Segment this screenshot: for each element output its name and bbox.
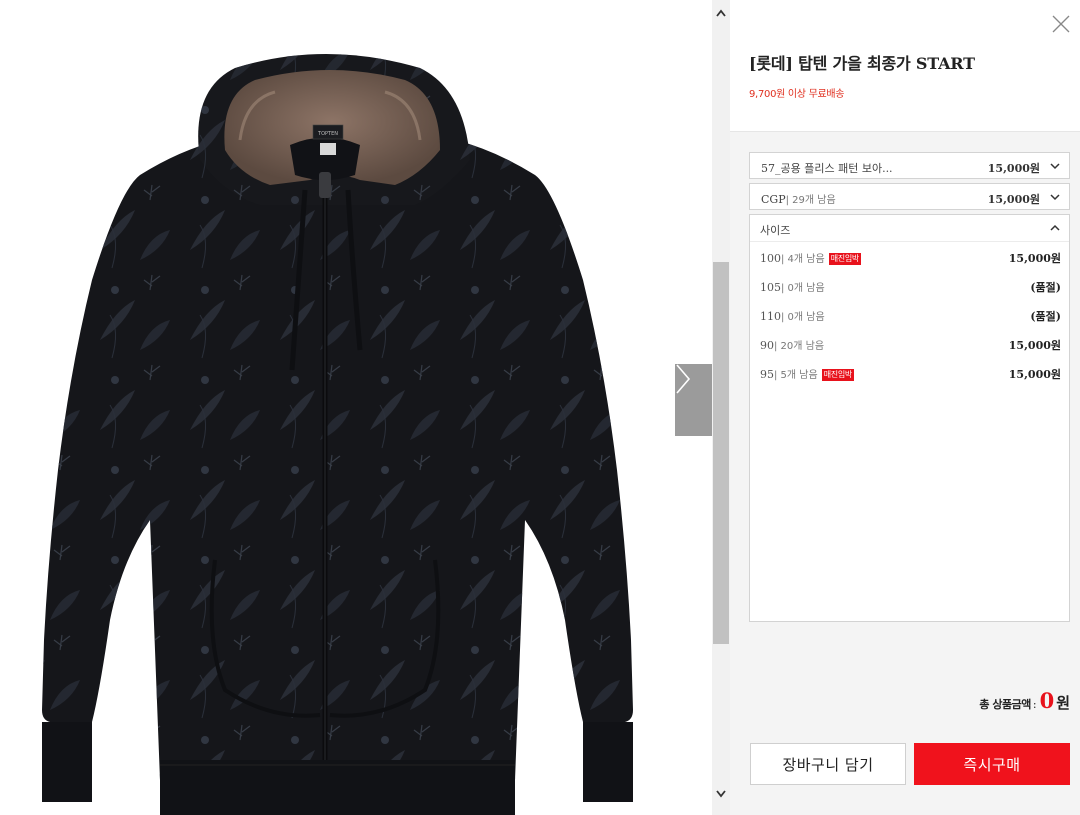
size-option-price: 15,000원 — [1008, 252, 1061, 265]
size-value: 105 — [760, 281, 781, 294]
close-button[interactable] — [1050, 13, 1072, 35]
option-name: 57_공용 플리스 패턴 보아... — [761, 162, 893, 175]
option-stock: | 29개 남음 — [785, 195, 836, 206]
panel-header: [롯데] 탑텐 가을 최종가 START 9,700원 이상 무료배송 — [730, 0, 1080, 132]
option-price: 15,000원 — [987, 162, 1040, 175]
stock-count: | 20개 남음 — [774, 341, 825, 352]
size-option-label: 100| 4개 남음 매진임박 — [760, 250, 861, 265]
option-select-product[interactable]: 57_공용 플리스 패턴 보아... 15,000원 — [749, 152, 1070, 179]
size-option-100[interactable]: 100| 4개 남음 매진임박 15,000원 — [750, 242, 1069, 271]
total-colon: : — [1032, 698, 1037, 711]
stock-count: | 0개 남음 — [781, 312, 825, 323]
total-label: 총 상품금액 — [979, 698, 1031, 711]
option-label: 57_공용 플리스 패턴 보아... — [761, 160, 893, 176]
scroll-up-icon — [716, 9, 726, 17]
size-option-label: 105| 0개 남음 — [760, 279, 825, 294]
size-value: 95 — [760, 368, 774, 381]
size-option-90[interactable]: 90| 20개 남음 15,000원 — [750, 329, 1069, 358]
scrollbar[interactable] — [712, 0, 730, 815]
product-title: [롯데] 탑텐 가을 최종가 START — [749, 54, 975, 73]
size-option-price: 15,000원 — [1008, 339, 1061, 352]
size-option-95[interactable]: 95| 5개 남음 매진임박 15,000원 — [750, 358, 1069, 387]
size-option-label: 95| 5개 남음 매진임박 — [760, 366, 854, 381]
close-icon — [1052, 15, 1070, 33]
size-value: 110 — [760, 310, 781, 323]
stock-count: | 0개 남음 — [781, 283, 825, 294]
scrollbar-thumb[interactable] — [713, 262, 729, 644]
size-value: 100 — [760, 252, 781, 265]
option-name: CGP — [761, 193, 786, 206]
next-image-button[interactable] — [675, 364, 712, 436]
scroll-down-button[interactable] — [712, 787, 730, 801]
total-value: 0 — [1039, 688, 1055, 713]
total-price: 총 상품금액 : 0 원 — [979, 688, 1070, 713]
size-dropdown-label: 사이즈 — [760, 224, 791, 237]
low-stock-badge: 매진임박 — [828, 253, 861, 265]
size-option-price: 15,000원 — [1008, 368, 1061, 381]
chevron-up-icon — [1050, 224, 1060, 231]
product-image: TOPTEN — [42, 54, 633, 815]
size-option-price: (품절) — [1030, 281, 1061, 294]
low-stock-badge: 매진임박 — [821, 369, 854, 381]
size-option-price: (품절) — [1030, 310, 1061, 323]
size-option-label: 110| 0개 남음 — [760, 308, 825, 323]
stock-count: | 5개 남음 — [774, 370, 818, 381]
total-unit: 원 — [1056, 694, 1070, 712]
chevron-right-icon — [676, 364, 691, 394]
option-price: 15,000원 — [987, 193, 1040, 206]
size-option-110[interactable]: 110| 0개 남음 (품절) — [750, 300, 1069, 329]
free-shipping-notice: 9,700원 이상 무료배송 — [749, 89, 845, 100]
chevron-down-icon — [1050, 194, 1060, 201]
option-select-color[interactable]: CGP| 29개 남음 15,000원 — [749, 183, 1070, 210]
add-to-cart-button[interactable]: 장바구니 담기 — [750, 743, 906, 785]
size-option-label: 90| 20개 남음 — [760, 337, 824, 352]
scroll-up-button[interactable] — [712, 6, 730, 20]
size-dropdown-header[interactable]: 사이즈 — [750, 215, 1069, 242]
stock-count: | 4개 남음 — [781, 254, 825, 265]
size-value: 90 — [760, 339, 774, 352]
option-label: CGP| 29개 남음 — [761, 191, 836, 206]
brand-tag-label: TOPTEN — [317, 131, 338, 137]
size-dropdown[interactable]: 사이즈 100| 4개 남음 매진임박 15,000원 105| 0개 남음 (품… — [749, 214, 1070, 622]
purchase-panel: [롯데] 탑텐 가을 최종가 START 9,700원 이상 무료배송 57_공… — [730, 0, 1080, 815]
product-image-area: TOPTEN — [0, 0, 712, 815]
buy-now-button[interactable]: 즉시구매 — [914, 743, 1070, 785]
scroll-down-icon — [716, 790, 726, 798]
chevron-down-icon — [1050, 163, 1060, 170]
size-option-105[interactable]: 105| 0개 남음 (품절) — [750, 271, 1069, 300]
